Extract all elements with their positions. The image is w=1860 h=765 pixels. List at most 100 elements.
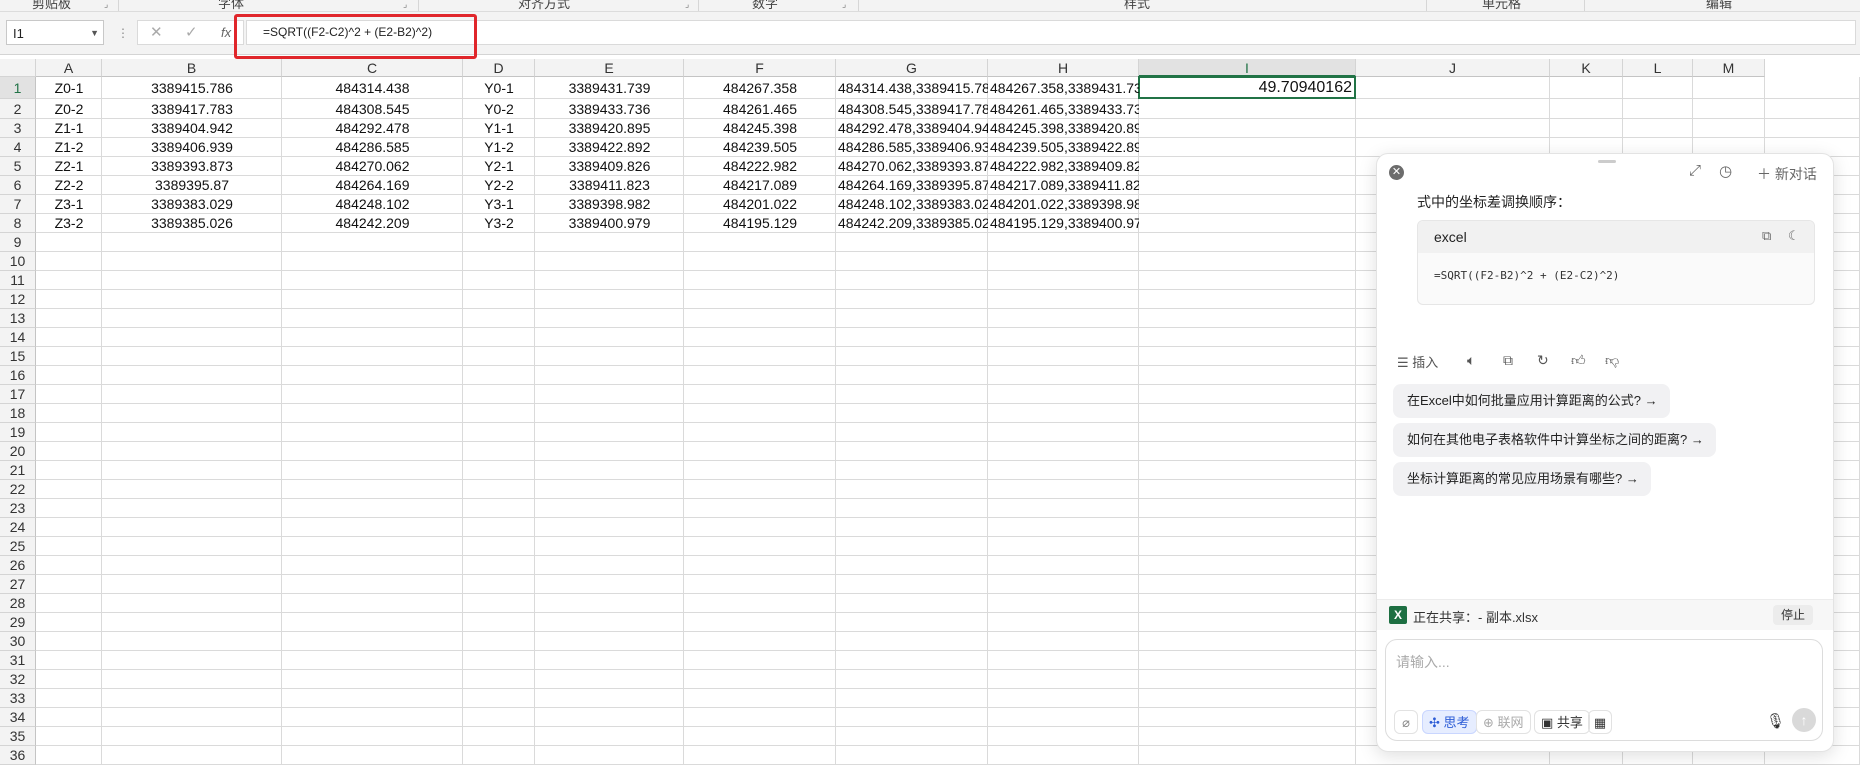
cell-g7[interactable]: 484248.102,3389383.029 [836, 195, 988, 214]
row-header-8[interactable]: 8 [0, 214, 36, 233]
cell-e8[interactable]: 3389400.979 [535, 214, 684, 233]
cell-b1[interactable]: 3389415.786 [102, 77, 282, 99]
row-header-13[interactable]: 13 [0, 309, 36, 328]
cell-f7[interactable]: 484201.022 [684, 195, 836, 214]
row-header-31[interactable]: 31 [0, 651, 36, 670]
alignment-launcher-icon[interactable]: ⌟ [685, 0, 689, 10]
column-header-h[interactable]: H [988, 59, 1139, 77]
cell-h5[interactable]: 484222.982,3389409.826 [988, 157, 1139, 176]
copy-icon[interactable]: ⧉ [1762, 228, 1771, 244]
think-toggle[interactable]: ✣ 思考 [1422, 710, 1477, 734]
cell-e1[interactable]: 3389431.739 [535, 77, 684, 99]
cell-d2[interactable]: Y0-2 [463, 99, 535, 119]
row-header-9[interactable]: 9 [0, 233, 36, 252]
column-header-c[interactable]: C [282, 59, 463, 77]
more-options-icon[interactable]: ⋮ [117, 26, 129, 40]
regenerate-icon[interactable]: ↻ [1537, 352, 1549, 369]
row-header-18[interactable]: 18 [0, 404, 36, 423]
cell-c2[interactable]: 484308.545 [282, 99, 463, 119]
number-launcher-icon[interactable]: ⌟ [842, 0, 846, 10]
thumbs-up-icon[interactable]: 👍︎ [1571, 352, 1586, 369]
cell-e5[interactable]: 3389409.826 [535, 157, 684, 176]
cell-f5[interactable]: 484222.982 [684, 157, 836, 176]
row-header-3[interactable]: 3 [0, 119, 36, 138]
web-search-toggle[interactable]: ⊕ 联网 [1476, 710, 1531, 734]
cell-e4[interactable]: 3389422.892 [535, 138, 684, 157]
cell-b6[interactable]: 3389395.87 [102, 176, 282, 195]
column-header-d[interactable]: D [463, 59, 535, 77]
row-header-25[interactable]: 25 [0, 537, 36, 556]
row-header-30[interactable]: 30 [0, 632, 36, 651]
cell-f3[interactable]: 484245.398 [684, 119, 836, 138]
font-launcher-icon[interactable]: ⌟ [403, 0, 407, 10]
share-toggle[interactable]: ▣ 共享 [1534, 710, 1590, 734]
cell-g2[interactable]: 484308.545,3389417.783 [836, 99, 988, 119]
cell-a8[interactable]: Z3-2 [36, 214, 102, 233]
select-all-corner[interactable] [0, 59, 36, 77]
row-header-16[interactable]: 16 [0, 366, 36, 385]
cell-a5[interactable]: Z2-1 [36, 157, 102, 176]
send-button[interactable]: ↑ [1792, 708, 1816, 732]
column-header-m[interactable]: M [1693, 59, 1765, 77]
cell-i6[interactable] [1139, 176, 1356, 195]
attach-icon[interactable]: ⌀ [1394, 710, 1418, 734]
cell-c5[interactable]: 484270.062 [282, 157, 463, 176]
cell-c7[interactable]: 484248.102 [282, 195, 463, 214]
enter-check-icon[interactable]: ✓ [185, 23, 198, 41]
cell-g3[interactable]: 484292.478,3389404.942 [836, 119, 988, 138]
cell-b8[interactable]: 3389385.026 [102, 214, 282, 233]
cell-i7[interactable] [1139, 195, 1356, 214]
cell-f4[interactable]: 484239.505 [684, 138, 836, 157]
row-header-10[interactable]: 10 [0, 252, 36, 271]
cell-i1[interactable]: 49.70940162 [1139, 77, 1356, 99]
cell-c4[interactable]: 484286.585 [282, 138, 463, 157]
suggestion-2[interactable]: 如何在其他电子表格软件中计算坐标之间的距离? → [1393, 423, 1716, 457]
clipboard-launcher-icon[interactable]: ⌟ [104, 0, 108, 10]
stop-sharing-button[interactable]: 停止 [1773, 605, 1813, 625]
cell-g6[interactable]: 484264.169,3389395.87 [836, 176, 988, 195]
row-header-21[interactable]: 21 [0, 461, 36, 480]
cell-d8[interactable]: Y3-2 [463, 214, 535, 233]
cell-b5[interactable]: 3389393.873 [102, 157, 282, 176]
cell-g4[interactable]: 484286.585,3389406.939 [836, 138, 988, 157]
cell-c1[interactable]: 484314.438 [282, 77, 463, 99]
cell-g1[interactable]: 484314.438,3389415.786 [836, 77, 988, 99]
cell-f6[interactable]: 484217.089 [684, 176, 836, 195]
suggestion-3[interactable]: 坐标计算距离的常见应用场景有哪些? → [1393, 462, 1651, 496]
cell-f1[interactable]: 484267.358 [684, 77, 836, 99]
row-header-26[interactable]: 26 [0, 556, 36, 575]
chat-input-box[interactable]: 请输入... ⌀ ✣ 思考 ⊕ 联网 ▣ 共享 ▦ 🎙︎ ↑ [1385, 639, 1823, 741]
column-header-e[interactable]: E [535, 59, 684, 77]
row-header-32[interactable]: 32 [0, 670, 36, 689]
new-chat-button[interactable]: ＋ 新对话 [1757, 164, 1817, 184]
cell-f2[interactable]: 484261.465 [684, 99, 836, 119]
row-header-35[interactable]: 35 [0, 727, 36, 746]
column-header-i[interactable]: I [1139, 59, 1356, 77]
expand-icon[interactable]: ⤢ [1689, 162, 1701, 179]
theme-toggle-icon[interactable]: ☾ [1788, 228, 1800, 244]
row-header-36[interactable]: 36 [0, 746, 36, 765]
cell-e3[interactable]: 3389420.895 [535, 119, 684, 138]
row-header-6[interactable]: 6 [0, 176, 36, 195]
row-header-19[interactable]: 19 [0, 423, 36, 442]
cell-h7[interactable]: 484201.022,3389398.982 [988, 195, 1139, 214]
cell-c3[interactable]: 484292.478 [282, 119, 463, 138]
row-header-5[interactable]: 5 [0, 157, 36, 176]
row-header-7[interactable]: 7 [0, 195, 36, 214]
column-header-g[interactable]: G [836, 59, 988, 77]
row-header-11[interactable]: 11 [0, 271, 36, 290]
row-header-24[interactable]: 24 [0, 518, 36, 537]
formula-input[interactable]: =SQRT((F2-C2)^2 + (E2-B2)^2) [246, 20, 1856, 45]
insert-function-icon[interactable]: fx [221, 25, 231, 40]
read-aloud-icon[interactable]: 🔈︎ [1467, 352, 1475, 369]
row-header-23[interactable]: 23 [0, 499, 36, 518]
row-header-22[interactable]: 22 [0, 480, 36, 499]
row-header-27[interactable]: 27 [0, 575, 36, 594]
cell-g5[interactable]: 484270.062,3389393.873 [836, 157, 988, 176]
cell-d5[interactable]: Y2-1 [463, 157, 535, 176]
cancel-icon[interactable]: ✕ [150, 23, 163, 41]
cell-i5[interactable] [1139, 157, 1356, 176]
row-header-1[interactable]: 1 [0, 77, 36, 99]
apps-icon[interactable]: ▦ [1588, 710, 1612, 734]
cell-b7[interactable]: 3389383.029 [102, 195, 282, 214]
